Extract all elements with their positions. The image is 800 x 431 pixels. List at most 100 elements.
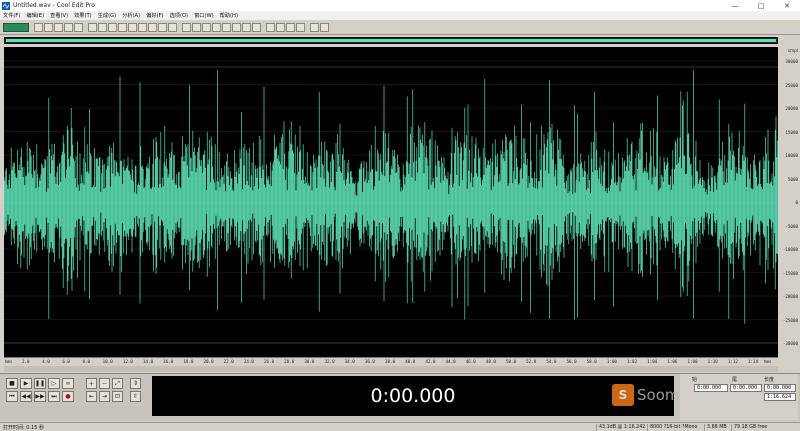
time-tick-label: 36.0 bbox=[364, 359, 375, 364]
help-button[interactable] bbox=[320, 22, 329, 32]
time-tick-label: 26.0 bbox=[264, 359, 275, 364]
menu-effects[interactable]: 效果(T) bbox=[74, 12, 92, 19]
time-tick-label: 16.0 bbox=[163, 359, 174, 364]
time-tick-label: 46.0 bbox=[465, 359, 476, 364]
menu-file[interactable]: 文件(F) bbox=[3, 12, 20, 19]
trim-button[interactable] bbox=[148, 22, 157, 32]
normalize-button[interactable] bbox=[212, 22, 221, 32]
zoom-in-icon[interactable]: ＋ bbox=[86, 378, 97, 389]
copy-button[interactable] bbox=[118, 22, 127, 32]
amplitude-tick-label: -30000 bbox=[782, 341, 798, 346]
close-file-button[interactable] bbox=[74, 22, 83, 32]
amplify-button[interactable] bbox=[182, 22, 191, 32]
noise-reduction-button[interactable] bbox=[252, 22, 261, 32]
amplitude-tick-label: 20000 bbox=[785, 106, 798, 111]
undo-button[interactable] bbox=[88, 22, 97, 32]
minimize-button[interactable]: — bbox=[722, 0, 748, 11]
pause-button[interactable]: ❚❚ bbox=[34, 378, 46, 389]
time-tick-label: 58.0 bbox=[586, 359, 597, 364]
zoom-out-vertical-icon[interactable]: ⇳ bbox=[130, 391, 141, 402]
multitrack-toggle-button[interactable] bbox=[3, 22, 29, 32]
zoom-full-icon[interactable]: ⤢ bbox=[112, 378, 123, 389]
time-tick-label: 8.0 bbox=[82, 359, 91, 364]
delete-button[interactable] bbox=[158, 22, 167, 32]
save-file-button[interactable] bbox=[54, 22, 63, 32]
menu-generate[interactable]: 生成(G) bbox=[98, 12, 116, 19]
menu-view[interactable]: 查看(V) bbox=[50, 12, 68, 19]
paste-button[interactable] bbox=[128, 22, 137, 32]
play-button[interactable]: ▶ bbox=[20, 378, 32, 389]
zoom-right-icon[interactable]: ⇥ bbox=[99, 391, 110, 402]
time-tick-label: 4.0 bbox=[42, 359, 50, 364]
save-as-button[interactable] bbox=[64, 22, 73, 32]
app-icon bbox=[2, 1, 10, 10]
time-tick-label: 14.0 bbox=[143, 359, 154, 364]
amplitude-tick-label: -20000 bbox=[782, 294, 798, 299]
time-tick-label: 1:02 bbox=[627, 359, 638, 364]
menu-options[interactable]: 选项(O) bbox=[170, 12, 189, 19]
zoom-in-vertical-icon[interactable]: ⇕ bbox=[130, 378, 141, 389]
status-size: 3.66 MB bbox=[704, 424, 730, 431]
envelope-button[interactable] bbox=[192, 22, 201, 32]
amplitude-tick-label: 15000 bbox=[785, 129, 798, 135]
view-length-field[interactable]: 1:16.624 bbox=[764, 393, 796, 401]
zoom-left-icon[interactable]: ⇤ bbox=[86, 391, 97, 402]
overview-range bbox=[6, 39, 776, 42]
amplitude-tick-label: -5000 bbox=[785, 223, 798, 229]
time-unit-label: hms bbox=[5, 359, 13, 364]
go-to-start-button[interactable]: ⏮ bbox=[6, 391, 18, 402]
silence-button[interactable] bbox=[168, 22, 177, 32]
zoom-selection-icon[interactable]: ⊡ bbox=[112, 391, 123, 402]
spectral-button[interactable] bbox=[276, 22, 285, 32]
stop-button[interactable]: ■ bbox=[6, 378, 18, 389]
end-label: 尾 bbox=[732, 377, 738, 383]
waveform-display[interactable] bbox=[4, 47, 778, 357]
loop-button[interactable]: ∞ bbox=[62, 378, 74, 389]
time-unit-label: hms bbox=[764, 359, 772, 364]
cut-button[interactable] bbox=[108, 22, 117, 32]
cue-list-button[interactable] bbox=[296, 22, 305, 32]
new-file-button[interactable] bbox=[34, 22, 43, 32]
filter-button[interactable] bbox=[242, 22, 251, 32]
analysis-button[interactable] bbox=[266, 22, 275, 32]
time-tick-label: 6.0 bbox=[62, 359, 70, 364]
length-label: 长度 bbox=[764, 377, 775, 383]
status-level: 43.1dB @ 1:16.242 bbox=[596, 424, 646, 431]
amplitude-tick-label: 10000 bbox=[785, 153, 798, 158]
time-tick-label: 12.0 bbox=[122, 359, 133, 364]
mix-paste-button[interactable] bbox=[138, 22, 147, 32]
reverb-button[interactable] bbox=[232, 22, 241, 32]
selection-end-field[interactable]: 0:00.000 bbox=[730, 384, 762, 392]
selection-begin-field[interactable]: 0:00.000 bbox=[694, 384, 728, 392]
play-to-end-button[interactable]: ▷ bbox=[48, 378, 60, 389]
time-tick-label: 30.0 bbox=[304, 359, 315, 364]
close-button[interactable]: ✕ bbox=[774, 0, 800, 11]
time-tick-label: 24.0 bbox=[243, 359, 254, 364]
menu-help[interactable]: 帮助(H) bbox=[220, 12, 238, 19]
status-bar: 打开时间: 0.15 秒 43.1dB @ 1:16.242 8000 ?16-… bbox=[0, 422, 800, 431]
overview-bar[interactable] bbox=[4, 37, 778, 44]
menu-window[interactable]: 窗口(W) bbox=[194, 12, 214, 19]
amplitude-tick-label: 25000 bbox=[785, 82, 798, 88]
menu-edit[interactable]: 编辑(E) bbox=[26, 12, 44, 19]
time-tick-label: 20.0 bbox=[203, 359, 214, 364]
zoom-out-icon[interactable]: － bbox=[99, 378, 110, 389]
time-tick-label: 1:06 bbox=[667, 359, 678, 364]
horizontal-scrollbar[interactable] bbox=[4, 366, 778, 372]
status-format: 8000 ?16-bit ?Mono bbox=[647, 424, 703, 431]
menu-analyze[interactable]: 分析(A) bbox=[122, 12, 140, 19]
echo-button[interactable] bbox=[222, 22, 231, 32]
menu-favorites[interactable]: 偏好(F) bbox=[146, 12, 163, 19]
open-file-button[interactable] bbox=[44, 22, 53, 32]
selection-panel: 始 尾 长度 0:00.000 0:00.000 0:00.000 1:16.6… bbox=[680, 374, 798, 420]
redo-button[interactable] bbox=[98, 22, 107, 32]
record-button[interactable]: ● bbox=[62, 391, 74, 402]
selection-length-field[interactable]: 0:00.000 bbox=[764, 384, 796, 392]
go-to-end-button[interactable]: ⏭ bbox=[48, 391, 60, 402]
fast-forward-button[interactable]: ▶▶ bbox=[34, 391, 46, 402]
rewind-button[interactable]: ◀◀ bbox=[20, 391, 32, 402]
settings-button[interactable] bbox=[310, 22, 319, 32]
maximize-button[interactable]: □ bbox=[748, 0, 774, 11]
marker-button[interactable] bbox=[286, 22, 295, 32]
fade-button[interactable] bbox=[202, 22, 211, 32]
